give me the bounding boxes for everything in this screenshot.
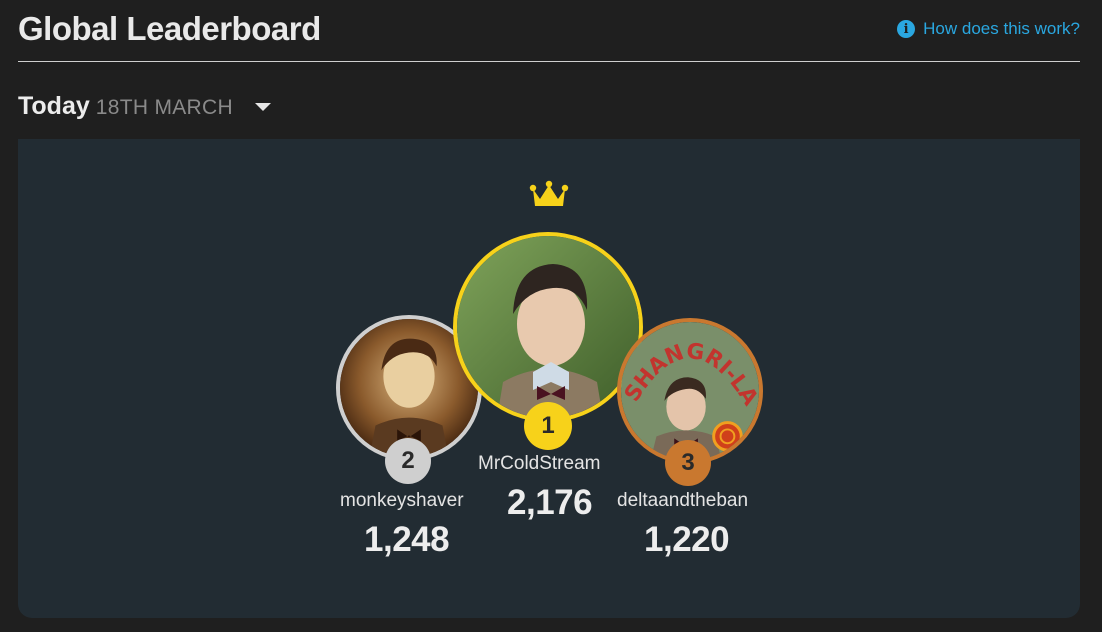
page-title: Global Leaderboard bbox=[18, 10, 321, 47]
crown-icon bbox=[529, 180, 569, 206]
score-third-place: 1,220 bbox=[644, 520, 730, 559]
username-first-place[interactable]: MrColdStream bbox=[478, 453, 628, 475]
leaderboard-header: Global Leaderboard i How does this work? bbox=[18, 8, 1080, 62]
period-date: 18TH MARCH bbox=[95, 96, 233, 119]
username-third-place[interactable]: deltaandtheban bbox=[617, 490, 763, 512]
how-it-works-link[interactable]: i How does this work? bbox=[897, 19, 1080, 39]
username-second-place[interactable]: monkeyshaver bbox=[340, 490, 480, 512]
score-first-place: 2,176 bbox=[507, 483, 593, 522]
rank-badge-first: 1 bbox=[524, 402, 572, 450]
period-label: Today bbox=[18, 92, 90, 120]
score-second-place: 1,248 bbox=[364, 520, 450, 559]
avatar-first-place[interactable] bbox=[453, 232, 643, 422]
chevron-down-icon bbox=[254, 102, 271, 111]
info-icon: i bbox=[897, 20, 916, 38]
how-it-works-label: How does this work? bbox=[923, 19, 1080, 38]
podium-panel: SHANGRI-LA 2 1 3 monkeyshaver MrColdStre… bbox=[18, 139, 1080, 618]
avatar-image bbox=[457, 236, 639, 418]
period-selector[interactable]: Today 18TH MARCH bbox=[18, 92, 271, 121]
rank-badge-second: 2 bbox=[385, 438, 431, 484]
rank-badge-third: 3 bbox=[665, 440, 711, 486]
